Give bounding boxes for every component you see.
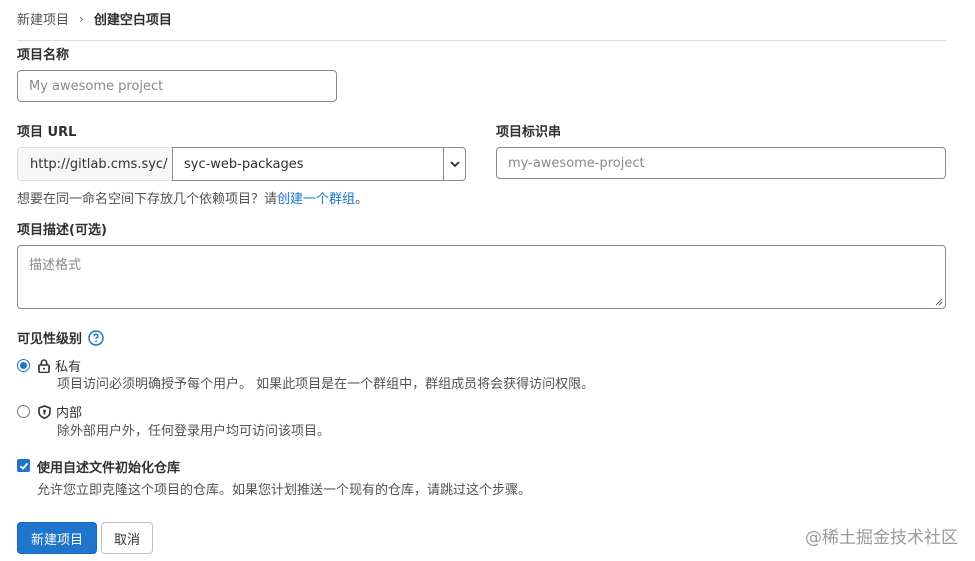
visibility-private-radio[interactable] xyxy=(17,359,30,372)
visibility-label: 可见性级别 xyxy=(17,332,83,347)
project-slug-label: 项目标识串 xyxy=(496,125,562,140)
chevron-down-icon xyxy=(443,148,465,180)
watermark: @稀土掘金技术社区 xyxy=(805,528,958,548)
create-project-button[interactable]: 新建项目 xyxy=(17,522,97,554)
project-url-label: 项目 URL xyxy=(17,125,77,140)
visibility-heading: 可见性级别 xyxy=(17,328,104,347)
group-help-prefix: 想要在同一命名空间下存放几个依赖项目？请 xyxy=(17,192,278,207)
project-url-prefix: http://gitlab.cms.syc/ xyxy=(17,147,173,181)
checkmark-icon xyxy=(19,462,28,470)
group-help-text: 想要在同一命名空间下存放几个依赖项目？请创建一个群组。 xyxy=(17,188,368,207)
description-placeholder: 描述格式 xyxy=(29,258,82,273)
visibility-internal-title[interactable]: 内部 xyxy=(38,402,82,421)
breadcrumb: 新建项目 › 创建空白项目 xyxy=(17,9,172,29)
project-name-label: 项目名称 xyxy=(17,48,70,63)
project-name-input[interactable]: My awesome project xyxy=(17,70,337,102)
visibility-internal-radio[interactable] xyxy=(17,405,30,418)
create-group-link[interactable]: 创建一个群组 xyxy=(277,192,355,207)
breadcrumb-new-project-link[interactable]: 新建项目 xyxy=(17,9,69,28)
breadcrumb-divider xyxy=(17,40,946,41)
lock-icon xyxy=(38,358,50,373)
breadcrumb-current: 创建空白项目 xyxy=(93,13,172,28)
shield-icon xyxy=(38,404,51,419)
visibility-internal-label: 内部 xyxy=(56,406,83,421)
description-label: 项目描述(可选) xyxy=(17,223,107,238)
breadcrumb-separator: › xyxy=(79,11,84,26)
resize-handle-icon[interactable] xyxy=(935,298,943,306)
readme-checkbox[interactable] xyxy=(17,459,30,472)
group-help-suffix: 。 xyxy=(355,192,369,207)
namespace-select[interactable]: syc-web-packages xyxy=(172,147,466,181)
cancel-button[interactable]: 取消 xyxy=(101,522,153,554)
readme-desc: 允许您立即克隆这个项目的仓库。如果您计划推送一个现有的仓库，请跳过这个步骤。 xyxy=(37,483,532,498)
question-circle-icon[interactable] xyxy=(88,329,104,346)
namespace-select-value: syc-web-packages xyxy=(184,156,304,172)
visibility-internal-desc: 除外部用户外，任何登录用户均可访问该项目。 xyxy=(57,424,331,439)
visibility-private-desc: 项目访问必须明确授予每个用户。 如果此项目是在一个群组中，群组成员将会获得访问权… xyxy=(57,377,595,392)
readme-label[interactable]: 使用自述文件初始化仓库 xyxy=(37,457,180,476)
description-textarea[interactable]: 描述格式 xyxy=(17,245,946,309)
project-slug-input[interactable]: my-awesome-project xyxy=(496,147,946,179)
